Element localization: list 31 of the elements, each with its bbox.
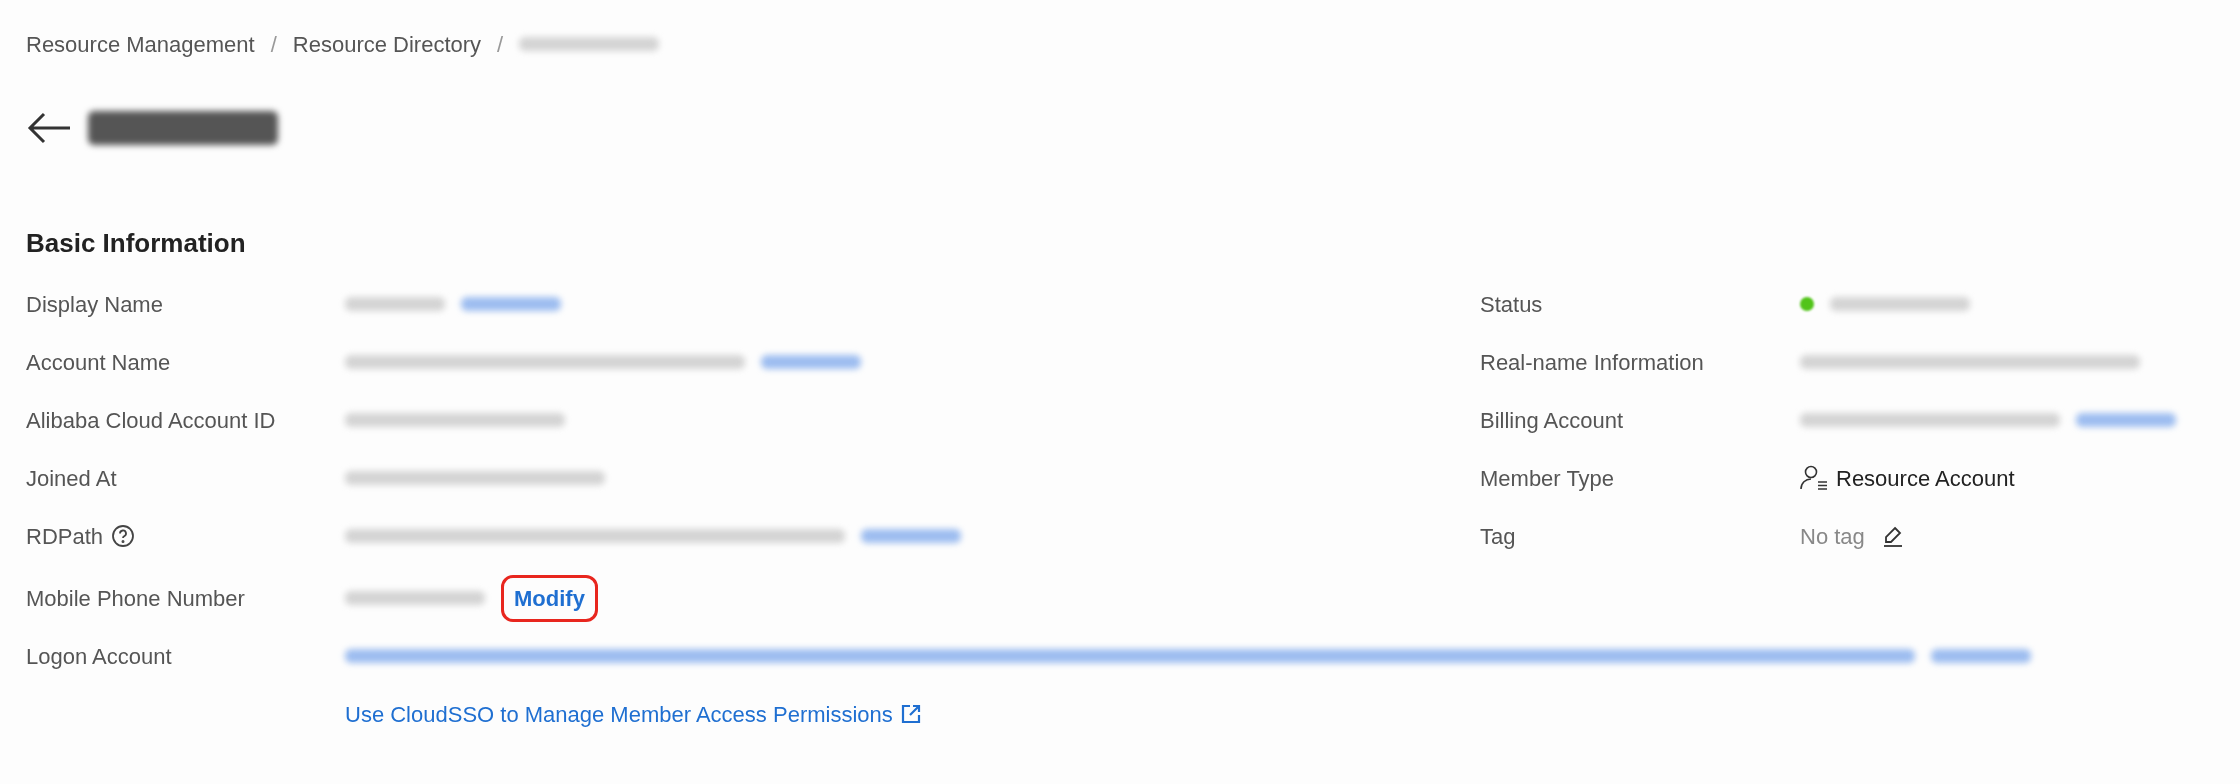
breadcrumb-item[interactable]: Resource Management bbox=[26, 27, 255, 61]
redacted-link[interactable] bbox=[761, 355, 861, 369]
cloudsso-link[interactable]: Use CloudSSO to Manage Member Access Permissions bbox=[345, 697, 921, 731]
member-type: Resource Account bbox=[1836, 464, 2015, 493]
field-label: Real-name Information bbox=[1480, 348, 1704, 377]
redacted-link[interactable] bbox=[1931, 649, 2031, 663]
help-icon[interactable] bbox=[111, 524, 136, 548]
user-list-icon bbox=[1800, 465, 1828, 491]
field-label: Member Type bbox=[1480, 464, 1615, 493]
breadcrumb-separator: / bbox=[497, 30, 504, 59]
external-link-icon bbox=[900, 704, 921, 724]
field-label: Logon Account bbox=[26, 642, 172, 671]
field-label: Tag bbox=[1480, 522, 1516, 551]
breadcrumb-item[interactable]: Resource Directory bbox=[292, 27, 482, 61]
field-label: Account Name bbox=[26, 348, 171, 377]
redacted-link[interactable] bbox=[461, 297, 561, 311]
section-title: Basic Information bbox=[26, 227, 247, 260]
field-label: Billing Account bbox=[1480, 406, 1624, 435]
redacted-link[interactable] bbox=[861, 529, 961, 543]
modify-link[interactable]: Modify bbox=[501, 574, 598, 622]
tag-value: No tag bbox=[1800, 522, 1865, 551]
redacted-link[interactable] bbox=[2076, 413, 2176, 427]
field-label: Status bbox=[1480, 290, 1543, 319]
back-arrow-icon[interactable] bbox=[26, 111, 72, 145]
field-label: Display Name bbox=[26, 290, 163, 319]
field-label: Mobile Phone Number bbox=[26, 584, 245, 613]
redacted-link[interactable] bbox=[345, 649, 1915, 663]
field-label: RDPath bbox=[26, 522, 104, 551]
field-label: Alibaba Cloud Account ID bbox=[26, 406, 276, 435]
field-label: Joined At bbox=[26, 464, 117, 493]
breadcrumb-separator: / bbox=[270, 30, 277, 59]
